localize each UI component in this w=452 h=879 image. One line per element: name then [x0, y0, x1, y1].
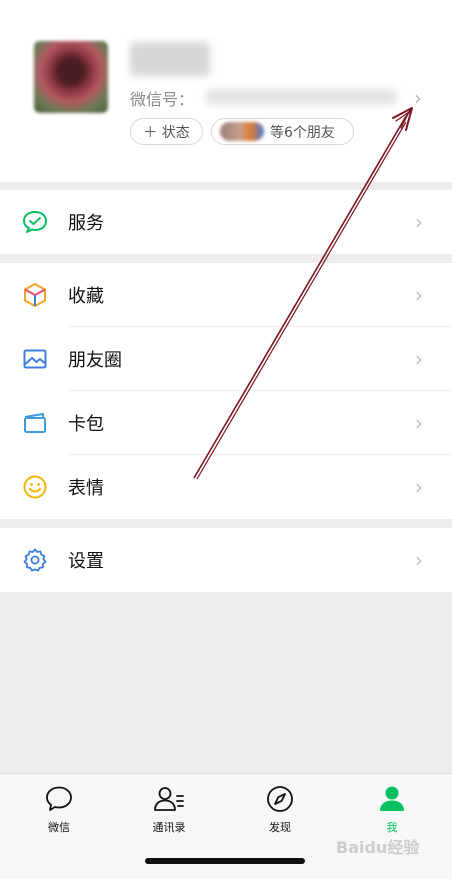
main-group: 收藏 › 朋友圈 › 卡包 › 表情 › [0, 263, 452, 519]
tab-label: 通讯录 [152, 821, 186, 834]
person-icon [352, 784, 432, 814]
chevron-right-icon: › [415, 548, 423, 572]
chevron-right-icon: › [415, 283, 423, 307]
chat-bubble-icon [19, 784, 99, 814]
profile-header[interactable]: 微信号： › ＋ 状态 等6个朋友 [0, 0, 452, 182]
wechat-id-redacted [206, 89, 396, 105]
tab-label: 我 [386, 821, 398, 834]
menu-item-service[interactable]: 服务 › [0, 190, 452, 254]
avatar[interactable] [34, 41, 108, 113]
tab-label: 微信 [48, 821, 70, 834]
image-icon [22, 346, 48, 372]
home-indicator [145, 858, 305, 864]
chevron-right-icon: › [415, 475, 423, 499]
gear-icon [22, 547, 48, 573]
service-icon [22, 209, 48, 235]
cube-icon [22, 282, 48, 308]
chevron-right-icon: › [415, 347, 423, 371]
menu-item-stickers[interactable]: 表情 › [0, 455, 452, 519]
menu-label: 服务 [68, 213, 104, 234]
menu-item-moments[interactable]: 朋友圈 › [0, 327, 452, 391]
wechat-id-label: 微信号： [130, 90, 195, 109]
tab-label: 发现 [269, 821, 291, 834]
menu-label: 卡包 [68, 414, 104, 435]
chevron-right-icon: › [415, 210, 423, 234]
menu-item-favorites[interactable]: 收藏 › [0, 263, 452, 327]
menu-label: 收藏 [68, 286, 104, 307]
nickname-redacted [130, 42, 210, 76]
wallet-icon [22, 410, 48, 436]
menu-label: 朋友圈 [68, 350, 122, 371]
menu-label: 表情 [68, 478, 104, 499]
tab-discover[interactable]: 发现 [240, 784, 320, 835]
friend-avatars [220, 122, 264, 141]
menu-label: 设置 [68, 551, 104, 572]
service-group: 服务 › [0, 190, 452, 254]
chevron-right-icon: › [415, 411, 423, 435]
chevron-right-icon[interactable]: › [414, 86, 422, 110]
status-button[interactable]: ＋ 状态 [130, 118, 203, 145]
smiley-icon [22, 474, 48, 500]
settings-group: 设置 › [0, 528, 452, 592]
friends-status-button[interactable]: 等6个朋友 [211, 118, 354, 145]
tab-me[interactable]: 我 [352, 784, 432, 835]
friends-label: 等6个朋友 [270, 124, 335, 141]
compass-icon [240, 784, 320, 814]
watermark: Baidu经验 [336, 838, 420, 857]
status-label: ＋ 状态 [143, 124, 190, 141]
tab-contacts[interactable]: 通讯录 [129, 784, 209, 835]
menu-item-settings[interactable]: 设置 › [0, 528, 452, 592]
menu-item-cards[interactable]: 卡包 › [0, 391, 452, 455]
contacts-icon [129, 784, 209, 814]
tab-chats[interactable]: 微信 [19, 784, 99, 835]
